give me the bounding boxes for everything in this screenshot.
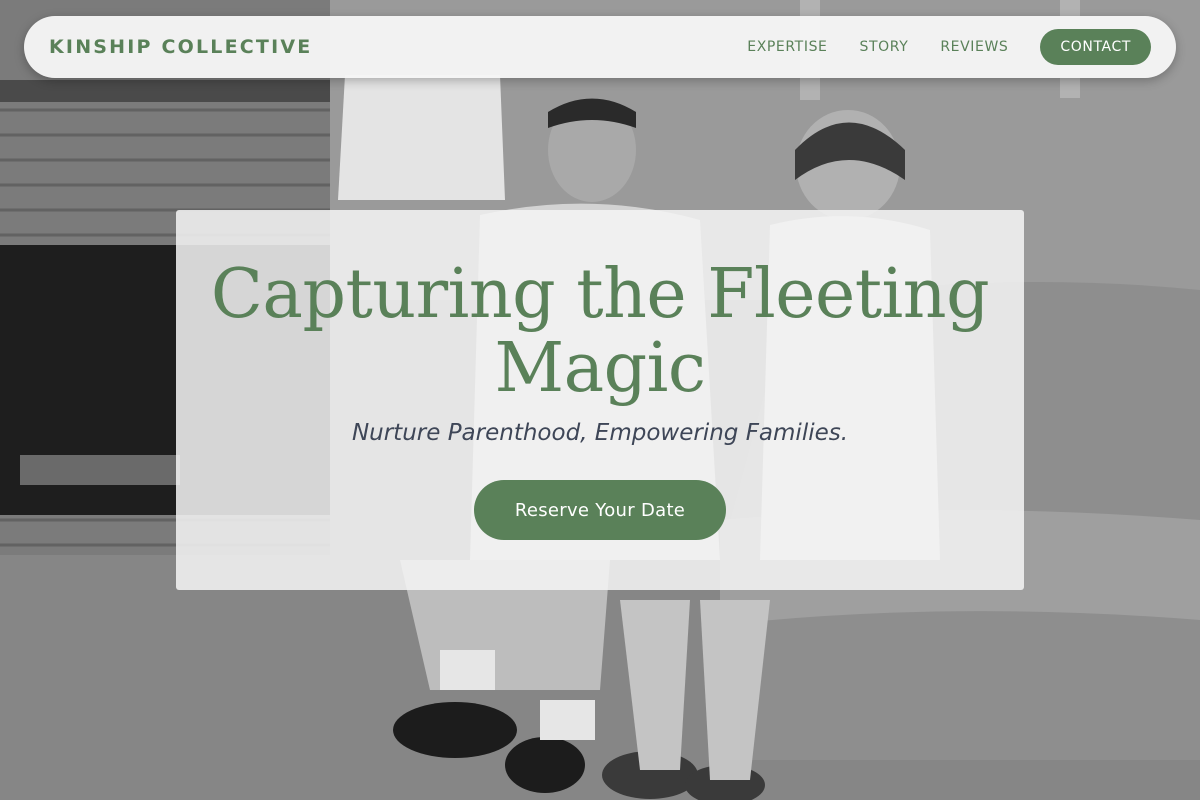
hero-subtitle: Nurture Parenthood, Empowering Families. [351, 420, 849, 446]
contact-button[interactable]: CONTACT [1040, 29, 1151, 65]
hero-card: Capturing the Fleeting Magic Nurture Par… [176, 210, 1024, 590]
top-navbar: KINSHIP COLLECTIVE EXPERTISE STORY REVIE… [24, 16, 1176, 78]
hero-title: Capturing the Fleeting Magic [210, 255, 990, 408]
nav-link-reviews[interactable]: REVIEWS [940, 39, 1008, 55]
nav-links: EXPERTISE STORY REVIEWS CONTACT [747, 29, 1151, 65]
brand-logo[interactable]: KINSHIP COLLECTIVE [49, 36, 312, 58]
nav-link-expertise[interactable]: EXPERTISE [747, 39, 827, 55]
nav-link-story[interactable]: STORY [860, 39, 909, 55]
reserve-date-button[interactable]: Reserve Your Date [474, 480, 726, 540]
